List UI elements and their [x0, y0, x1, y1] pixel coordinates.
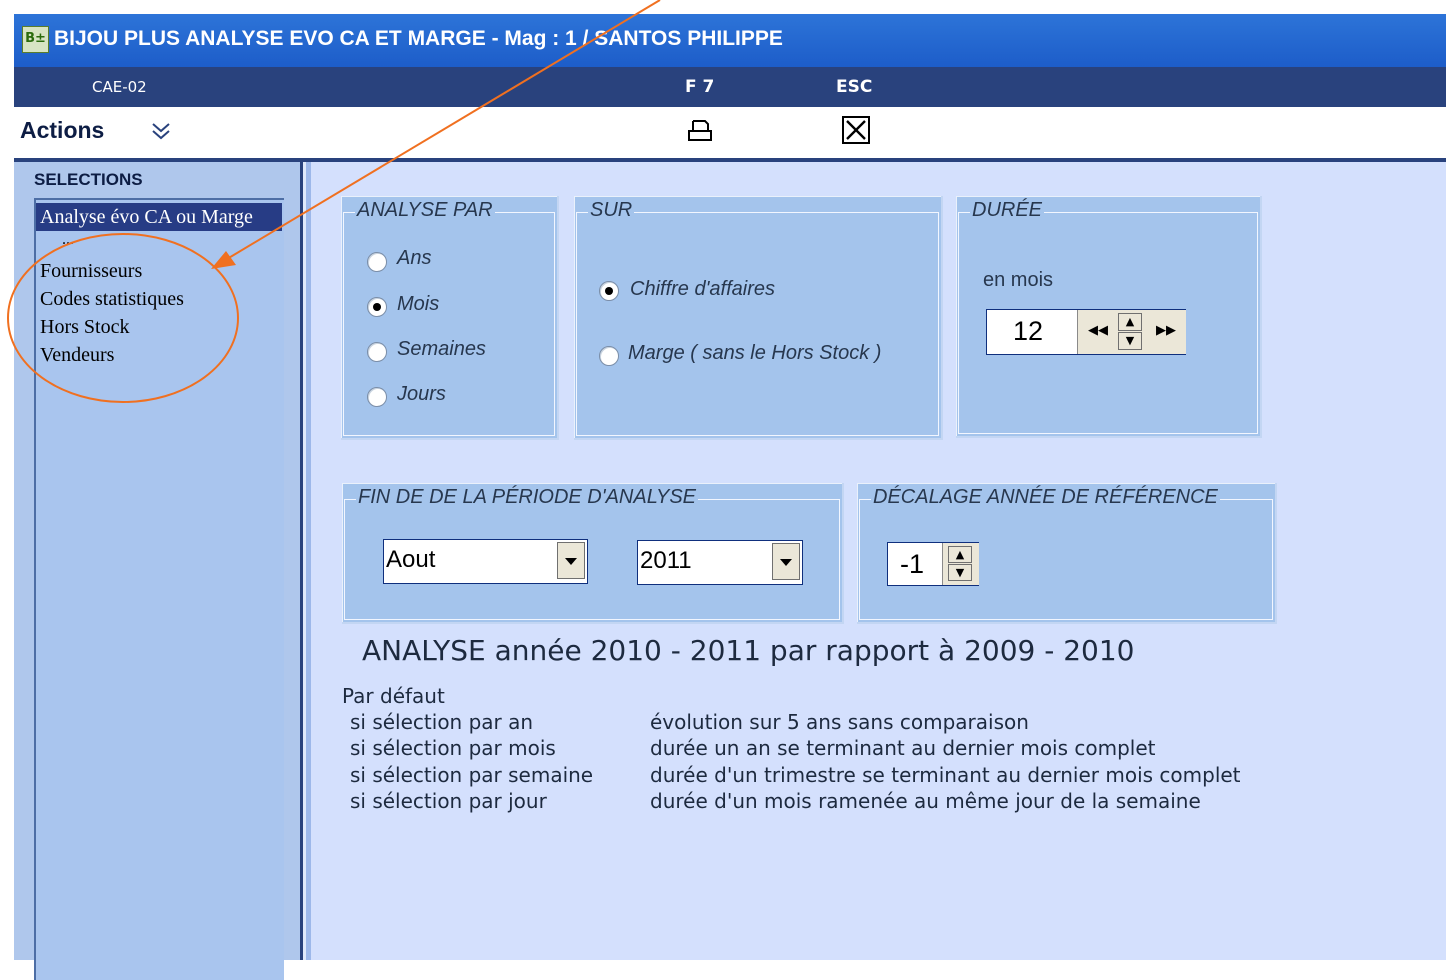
fast-forward-icon[interactable]: ▶▶ — [1156, 323, 1176, 338]
window-title: BIJOU PLUS ANALYSE EVO CA ET MARGE - Mag… — [54, 27, 783, 50]
screen-top-strip — [0, 0, 1446, 14]
title-bar[interactable]: B± BIJOU PLUS ANALYSE EVO CA ET MARGE - … — [14, 14, 1446, 67]
month-value[interactable]: Aout — [386, 546, 435, 574]
radio-chiffre-affaires-label[interactable]: Chiffre d'affaires — [630, 278, 775, 301]
radio-mois-label[interactable]: Mois — [397, 293, 439, 316]
sidebar-heading: SELECTIONS — [34, 170, 143, 189]
default-condition: si sélection par mois — [350, 736, 556, 760]
sidebar-item-ellipsis[interactable]: ... — [62, 231, 74, 249]
chevron-down-icon[interactable] — [150, 122, 172, 145]
fin-periode-group: FIN DE DE LA PÉRIODE D'ANALYSE Aout 2011 — [342, 483, 844, 624]
duree-legend: DURÉE — [970, 199, 1045, 222]
fin-periode-legend: FIN DE DE LA PÉRIODE D'ANALYSE — [356, 486, 698, 509]
screen-code: CAE-02 — [92, 78, 147, 96]
defaults-heading: Par défaut — [342, 684, 445, 708]
duree-group: DURÉE en mois 12 ◀◀ ▲ ▼ ▶▶ — [956, 196, 1262, 438]
sidebar-item-fournisseurs[interactable]: Fournisseurs — [40, 260, 142, 283]
close-box-icon[interactable] — [842, 116, 870, 144]
sidebar-item-vendeurs[interactable]: Vendeurs — [40, 344, 114, 367]
print-shortcut-label: F 7 — [685, 77, 715, 97]
default-condition: si sélection par jour — [350, 789, 547, 813]
default-description: durée d'un trimestre se terminant au der… — [650, 763, 1241, 787]
radio-semaines-label[interactable]: Semaines — [397, 338, 486, 361]
decalage-up-icon[interactable]: ▲ — [948, 546, 972, 563]
spin-up-icon[interactable]: ▲ — [1118, 313, 1142, 331]
rewind-icon[interactable]: ◀◀ — [1088, 323, 1108, 338]
radio-ans[interactable] — [367, 252, 387, 272]
sur-group: SUR Chiffre d'affaires Marge ( sans le H… — [574, 196, 943, 440]
sidebar-item-analyse[interactable]: Analyse évo CA ou Marge — [36, 203, 282, 231]
exit-shortcut-label: ESC — [836, 77, 873, 97]
analyse-par-legend: ANALYSE PAR — [355, 199, 495, 222]
sur-legend: SUR — [588, 199, 635, 222]
sidebar-item-hors-stock[interactable]: Hors Stock — [40, 316, 129, 339]
year-dropdown-arrow-icon[interactable] — [772, 543, 800, 580]
duree-spinner[interactable]: 12 ◀◀ ▲ ▼ ▶▶ — [986, 309, 1186, 355]
radio-jours-label[interactable]: Jours — [397, 383, 446, 406]
default-description: durée un an se terminant au dernier mois… — [650, 736, 1156, 760]
radio-ans-label[interactable]: Ans — [397, 247, 431, 270]
selections-list[interactable]: Analyse évo CA ou Marge ... Fournisseurs… — [34, 198, 284, 980]
printer-icon[interactable] — [687, 118, 713, 148]
year-select[interactable]: 2011 — [637, 540, 803, 585]
month-dropdown-arrow-icon[interactable] — [557, 542, 585, 579]
decalage-group: DÉCALAGE ANNÉE DE RÉFÉRENCE -1 ▲ ▼ — [857, 483, 1277, 624]
actions-menu-button[interactable]: Actions — [20, 117, 104, 144]
decalage-value[interactable]: -1 — [900, 549, 924, 580]
duree-value[interactable]: 12 — [1013, 316, 1043, 347]
sidebar-item-codes-statistiques[interactable]: Codes statistiques — [40, 288, 184, 311]
radio-chiffre-affaires[interactable] — [599, 281, 619, 301]
analyse-par-group: ANALYSE PAR Ans Mois Semaines Jours — [341, 196, 559, 440]
year-value[interactable]: 2011 — [640, 547, 692, 575]
default-description: durée d'un mois ramenée au même jour de … — [650, 789, 1201, 813]
radio-semaines[interactable] — [367, 342, 387, 362]
toolbar: Actions — [14, 107, 1446, 162]
default-condition: si sélection par an — [350, 710, 534, 734]
month-select[interactable]: Aout — [383, 539, 588, 584]
default-description: évolution sur 5 ans sans comparaison — [650, 710, 1029, 734]
radio-mois[interactable] — [367, 297, 387, 317]
radio-marge[interactable] — [599, 346, 619, 366]
radio-jours[interactable] — [367, 387, 387, 407]
decalage-legend: DÉCALAGE ANNÉE DE RÉFÉRENCE — [871, 486, 1220, 509]
app-logo-icon: B± — [22, 26, 49, 53]
default-condition: si sélection par semaine — [350, 763, 594, 787]
decalage-down-icon[interactable]: ▼ — [948, 564, 972, 581]
info-bar: CAE-02 F 7 ESC — [14, 67, 1446, 107]
spin-down-icon[interactable]: ▼ — [1118, 332, 1142, 350]
selections-sidebar: SELECTIONS Analyse évo CA ou Marge ... F… — [14, 162, 303, 980]
decalage-spinner[interactable]: -1 ▲ ▼ — [887, 542, 979, 586]
radio-marge-label[interactable]: Marge ( sans le Hors Stock ) — [628, 342, 881, 365]
duree-unit-label: en mois — [983, 269, 1054, 291]
analysis-summary: ANALYSE année 2010 - 2011 par rapport à … — [362, 634, 1135, 667]
